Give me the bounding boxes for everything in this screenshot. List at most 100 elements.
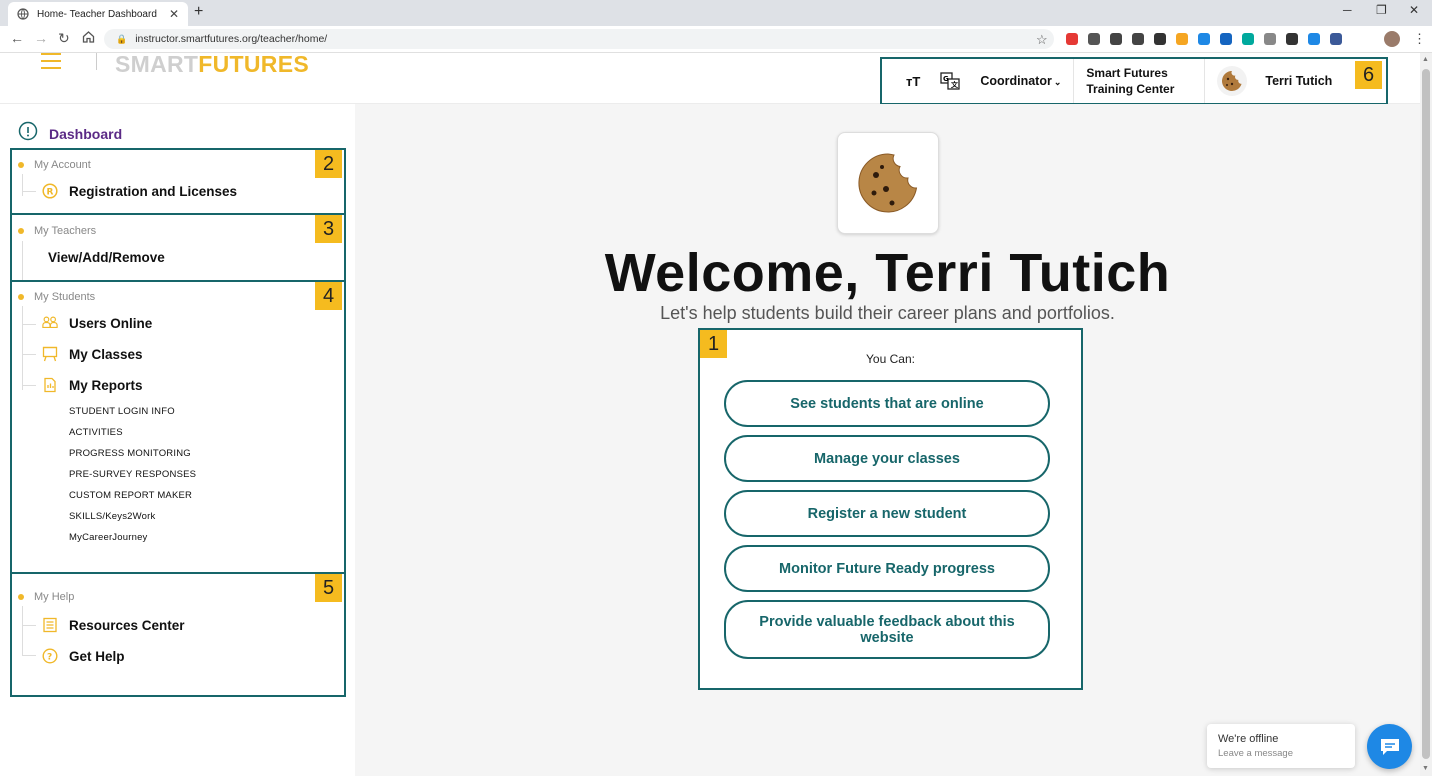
browser-extension-icon[interactable] [1220, 33, 1232, 45]
translate-icon[interactable]: G文 [940, 72, 960, 90]
site-header: SMARTFUTURES 6 ᴛT G文 Coordinator ⌄ Smart … [0, 51, 1420, 105]
svg-text:?: ? [47, 653, 52, 663]
section-heading: My Account [18, 159, 91, 171]
browser-extension-icon[interactable] [1264, 33, 1276, 45]
sidebar: Dashboard 2 My Account R Registration an… [0, 104, 355, 776]
tab-title: Home- Teacher Dashboard [37, 8, 157, 20]
annotation-tag-4: 4 [315, 282, 342, 310]
register-student-button[interactable]: Register a new student [724, 490, 1050, 537]
welcome-heading: Welcome, Terri Tutich [604, 243, 1171, 303]
see-online-students-button[interactable]: See students that are online [724, 380, 1050, 427]
document-icon [42, 617, 58, 633]
window-close-icon[interactable]: ✕ [1409, 3, 1419, 17]
back-icon[interactable]: ← [10, 30, 24, 46]
sidebar-item-dashboard[interactable]: Dashboard [18, 121, 122, 146]
browser-extension-icon[interactable] [1066, 33, 1078, 45]
browser-extension-icon[interactable] [1132, 33, 1144, 45]
report-link[interactable]: PRE-SURVEY RESPONSES [69, 469, 196, 480]
hamburger-menu-icon[interactable] [41, 53, 61, 74]
section-heading: My Students [18, 291, 95, 303]
browser-extension-icon[interactable] [1154, 33, 1166, 45]
report-link[interactable]: STUDENT LOGIN INFO [69, 406, 175, 417]
browser-tab[interactable]: Home- Teacher Dashboard ✕ [8, 2, 188, 26]
sidebar-item-my-classes[interactable]: My Classes [42, 346, 143, 362]
page-scrollbar[interactable]: ▲ ▼ [1420, 53, 1432, 776]
browser-extension-icon[interactable] [1242, 33, 1254, 45]
report-link[interactable]: SKILLS/Keys2Work [69, 511, 155, 522]
browser-extension-icon[interactable] [1330, 33, 1342, 45]
my-account-section: 2 My Account R Registration and Licenses [10, 148, 346, 215]
logo-divider [96, 53, 97, 70]
role-dropdown[interactable]: Coordinator ⌄ [980, 74, 1061, 88]
scrollbar-thumb[interactable] [1422, 69, 1430, 759]
profile-avatar-icon[interactable] [1384, 31, 1400, 47]
text-size-icon[interactable]: ᴛT [906, 74, 920, 89]
you-can-label: You Can: [866, 352, 915, 366]
globe-icon [17, 8, 29, 20]
report-link[interactable]: CUSTOM REPORT MAKER [69, 490, 192, 501]
user-avatar[interactable] [1217, 66, 1248, 96]
new-tab-button[interactable]: + [194, 3, 203, 21]
report-link[interactable]: MyCareerJourney [69, 532, 148, 543]
top-nav: 6 ᴛT G文 Coordinator ⌄ Smart Futures Traini… [880, 57, 1388, 105]
bookmark-star-icon[interactable]: ☆ [1036, 32, 1048, 48]
scroll-up-icon[interactable]: ▲ [1422, 56, 1429, 63]
report-icon [42, 377, 58, 393]
browser-extension-icon[interactable] [1286, 33, 1298, 45]
browser-extension-icon[interactable] [1198, 33, 1210, 45]
my-help-section: 5 My Help Resources Center ? Get Help [10, 572, 346, 697]
browser-extension-icon[interactable] [1110, 33, 1122, 45]
browser-extension-icon[interactable] [1088, 33, 1100, 45]
manage-classes-button[interactable]: Manage your classes [724, 435, 1050, 482]
annotation-tag-5: 5 [315, 574, 342, 602]
home-icon[interactable] [82, 30, 95, 46]
dashboard-label: Dashboard [49, 125, 123, 142]
browser-tab-strip: Home- Teacher Dashboard ✕ + ─ ❐ ✕ [0, 0, 1432, 26]
browser-extension-icon[interactable] [1308, 33, 1320, 45]
chat-launcher-button[interactable] [1367, 724, 1412, 769]
welcome-tagline: Let's help students build their career p… [660, 303, 1115, 323]
svg-text:R: R [47, 188, 54, 198]
sidebar-item-my-reports[interactable]: My Reports [42, 377, 143, 393]
sidebar-item-get-help[interactable]: ? Get Help [42, 648, 125, 664]
url-field[interactable]: 🔒 instructor.smartfutures.org/teacher/ho… [104, 29, 1054, 49]
annotation-tag-2: 2 [315, 150, 342, 178]
sidebar-item-view-add-remove[interactable]: View/Add/Remove [48, 250, 165, 265]
report-link[interactable]: PROGRESS MONITORING [69, 448, 191, 459]
user-name[interactable]: Terri Tutich [1265, 74, 1332, 88]
sidebar-item-registration[interactable]: R Registration and Licenses [42, 183, 237, 199]
svg-text:文: 文 [951, 80, 959, 89]
chat-status-card[interactable]: We're offline Leave a message [1207, 724, 1355, 768]
tab-close-icon[interactable]: ✕ [166, 7, 182, 21]
sidebar-item-resources-center[interactable]: Resources Center [42, 617, 185, 633]
users-icon [42, 315, 58, 331]
reload-icon[interactable]: ↻ [58, 30, 70, 47]
registered-icon: R [42, 183, 58, 199]
monitor-progress-button[interactable]: Monitor Future Ready progress [724, 545, 1050, 592]
forward-icon[interactable]: → [34, 30, 48, 46]
profile-picture [837, 132, 939, 234]
url-text: instructor.smartfutures.org/teacher/home… [135, 33, 328, 45]
browser-menu-icon[interactable]: ⋮ [1413, 31, 1426, 47]
section-heading: My Teachers [18, 225, 96, 237]
smart-futures-logo[interactable]: SMARTFUTURES [115, 51, 309, 78]
feedback-button[interactable]: Provide valuable feedback about this web… [724, 600, 1050, 659]
address-bar-row: ← → ↻ 🔒 instructor.smartfutures.org/teac… [0, 26, 1432, 53]
scroll-down-icon[interactable]: ▼ [1422, 765, 1429, 772]
annotation-tag-3: 3 [315, 215, 342, 243]
sidebar-item-users-online[interactable]: Users Online [42, 315, 152, 331]
easel-icon [42, 346, 58, 362]
minimize-icon[interactable]: ─ [1343, 3, 1352, 17]
browser-extension-icon[interactable] [1176, 33, 1188, 45]
nav-divider [1204, 59, 1206, 103]
restore-icon[interactable]: ❐ [1376, 3, 1387, 17]
organization-name[interactable]: Smart Futures Training Center [1086, 65, 1192, 97]
report-link[interactable]: ACTIVITIES [69, 427, 123, 438]
you-can-panel: 1 You Can: See students that are online … [698, 328, 1083, 690]
nav-divider [1073, 59, 1075, 103]
svg-text:G: G [943, 75, 949, 83]
chat-bubble-icon [1380, 738, 1399, 755]
my-teachers-section: 3 My Teachers View/Add/Remove [10, 213, 346, 282]
main-content: Welcome, Terri Tutich Let's help student… [355, 104, 1420, 776]
cookie-icon [858, 153, 918, 213]
